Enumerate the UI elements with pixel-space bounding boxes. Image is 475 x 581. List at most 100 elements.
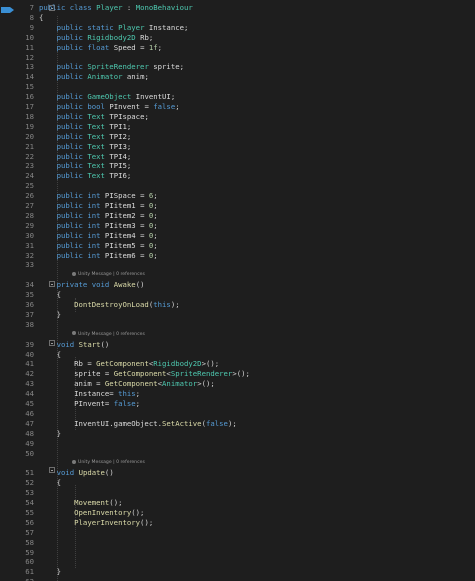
code-line[interactable]: 16 public GameObject InventUI; (0, 92, 475, 102)
code-text[interactable]: } (39, 567, 61, 577)
code-line[interactable]: 59 (0, 548, 475, 558)
code-text[interactable]: public static Player Instance; (39, 23, 189, 33)
code-text[interactable]: public Text TPI6; (39, 171, 132, 181)
code-line[interactable]: 31 public int PIitem5 = 0; (0, 241, 475, 251)
code-text[interactable]: public int PISpace = 6; (39, 191, 158, 201)
code-line[interactable]: 36 DontDestroyOnLoad(this); (0, 300, 475, 310)
code-text[interactable]: PInvent= false; (39, 399, 140, 409)
code-text[interactable]: public int PIitem4 = 0; (39, 231, 158, 241)
code-line[interactable]: 35 { (0, 290, 475, 300)
code-line[interactable]: 48 } (0, 429, 475, 439)
code-line[interactable]: 43 anim = GetComponent<Animator>(); (0, 379, 475, 389)
code-line[interactable]: 9 public static Player Instance; (0, 23, 475, 33)
code-text[interactable]: public float Speed = 1f; (39, 43, 163, 53)
code-text[interactable]: public Text TPI1; (39, 122, 132, 132)
code-text[interactable]: } (39, 429, 61, 439)
code-text[interactable]: public class Player : MonoBehaviour (39, 3, 193, 13)
code-text[interactable]: InventUI.gameObject.SetActive(false); (39, 419, 237, 429)
code-line[interactable]: 55 OpenInventory(); (0, 508, 475, 518)
code-text[interactable]: void Start() (39, 340, 110, 350)
code-line[interactable]: 24 public Text TPI6; (0, 171, 475, 181)
code-text[interactable]: } (39, 310, 61, 320)
code-line[interactable]: 51 void Update() (0, 468, 475, 478)
code-line[interactable]: 39 void Start() (0, 340, 475, 350)
code-line[interactable]: 60 (0, 557, 475, 567)
code-line[interactable]: 23 public Text TPI5; (0, 161, 475, 171)
code-text[interactable]: private void Awake() (39, 280, 145, 290)
codelens-text[interactable]: Unity Message | 0 references (78, 272, 145, 277)
code-line[interactable]: 53 (0, 488, 475, 498)
code-text[interactable]: public Text TPI5; (39, 161, 132, 171)
code-line[interactable]: 42 sprite = GetComponent<SpriteRenderer>… (0, 369, 475, 379)
code-line[interactable]: 45 PInvent= false; (0, 399, 475, 409)
codelens-references[interactable]: Unity Message | 0 references (72, 270, 145, 280)
code-text[interactable]: public GameObject InventUI; (39, 92, 176, 102)
code-text[interactable]: PlayerInventory(); (39, 518, 153, 528)
code-text[interactable]: DontDestroyOnLoad(this); (39, 300, 179, 310)
codelens-references[interactable]: Unity Message | 0 references (72, 458, 145, 468)
code-text[interactable]: public int PIitem6 = 0; (39, 251, 158, 261)
code-text[interactable]: public Animator anim; (39, 72, 149, 82)
code-line[interactable]: 44 Instance= this; (0, 389, 475, 399)
code-text[interactable]: public int PIitem3 = 0; (39, 221, 158, 231)
code-text[interactable]: { (39, 13, 43, 23)
code-line[interactable]: 58 (0, 538, 475, 548)
code-line[interactable]: 57 (0, 528, 475, 538)
code-line[interactable]: 32 public int PIitem6 = 0; (0, 251, 475, 261)
code-text[interactable]: public bool PInvent = false; (39, 102, 180, 112)
code-line[interactable]: 7 public class Player : MonoBehaviour (0, 3, 475, 13)
code-line[interactable]: 18 public Text TPIspace; (0, 112, 475, 122)
code-line[interactable]: 37 } (0, 310, 475, 320)
code-text[interactable]: { (39, 290, 61, 300)
codelens-row[interactable]: Unity Message | 0 references (0, 270, 475, 280)
code-text[interactable]: Movement(); (39, 498, 122, 508)
codelens-row[interactable]: Unity Message | 0 references (0, 458, 475, 468)
code-text[interactable]: public SpriteRenderer sprite; (39, 62, 184, 72)
code-line[interactable]: 46 (0, 409, 475, 419)
code-line[interactable]: 62 (0, 577, 475, 581)
code-editor[interactable]: 7 public class Player : MonoBehaviour 8{9 … (0, 0, 475, 581)
code-line[interactable]: 54 Movement(); (0, 498, 475, 508)
code-line[interactable]: 20 public Text TPI2; (0, 132, 475, 142)
code-text[interactable]: public int PIitem2 = 0; (39, 211, 158, 221)
code-text[interactable]: anim = GetComponent<Animator>(); (39, 379, 215, 389)
code-line[interactable]: 13 public SpriteRenderer sprite; (0, 62, 475, 72)
codelens-text[interactable]: Unity Message | 0 references (78, 460, 145, 465)
code-text[interactable]: public int PIitem5 = 0; (39, 241, 158, 251)
code-line[interactable]: 27 public int PIitem1 = 0; (0, 201, 475, 211)
codelens-text[interactable]: Unity Message | 0 references (78, 332, 145, 337)
code-text[interactable]: { (39, 350, 61, 360)
code-line[interactable]: 19 public Text TPI1; (0, 122, 475, 132)
code-text[interactable]: void Update() (39, 468, 114, 478)
code-line[interactable]: 25 (0, 181, 475, 191)
code-line[interactable]: 52 { (0, 478, 475, 488)
code-line[interactable]: 49 (0, 439, 475, 449)
code-text[interactable]: public Text TPI3; (39, 142, 132, 152)
code-line[interactable]: 21 public Text TPI3; (0, 142, 475, 152)
code-text[interactable]: public Text TPI4; (39, 152, 132, 162)
code-text[interactable]: Instance= this; (39, 389, 140, 399)
code-line[interactable]: 12 (0, 53, 475, 63)
code-line[interactable]: 38 (0, 320, 475, 330)
code-line[interactable]: 61 } (0, 567, 475, 577)
codelens-references[interactable]: Unity Message | 0 references (72, 330, 145, 340)
code-line[interactable]: 29 public int PIitem3 = 0; (0, 221, 475, 231)
code-line[interactable]: 50 (0, 449, 475, 459)
code-text[interactable]: public Text TPIspace; (39, 112, 149, 122)
code-text[interactable]: Rb = GetComponent<Rigidbody2D>(); (39, 359, 219, 369)
code-text[interactable]: { (39, 478, 61, 488)
code-text[interactable]: public Rigidbody2D Rb; (39, 33, 154, 43)
code-line[interactable]: 30 public int PIitem4 = 0; (0, 231, 475, 241)
code-text[interactable]: OpenInventory(); (39, 508, 144, 518)
code-line[interactable]: 56 PlayerInventory(); (0, 518, 475, 528)
code-line[interactable]: 47 InventUI.gameObject.SetActive(false); (0, 419, 475, 429)
code-text[interactable]: sprite = GetComponent<SpriteRenderer>(); (39, 369, 250, 379)
code-text[interactable]: public Text TPI2; (39, 132, 132, 142)
code-line[interactable]: 22 public Text TPI4; (0, 152, 475, 162)
code-line[interactable]: 15 (0, 82, 475, 92)
code-line[interactable]: 34 private void Awake() (0, 280, 475, 290)
code-line[interactable]: 10 public Rigidbody2D Rb; (0, 33, 475, 43)
code-line[interactable]: 11 public float Speed = 1f; (0, 43, 475, 53)
code-text[interactable]: public int PIitem1 = 0; (39, 201, 158, 211)
code-line[interactable]: 33 (0, 260, 475, 270)
